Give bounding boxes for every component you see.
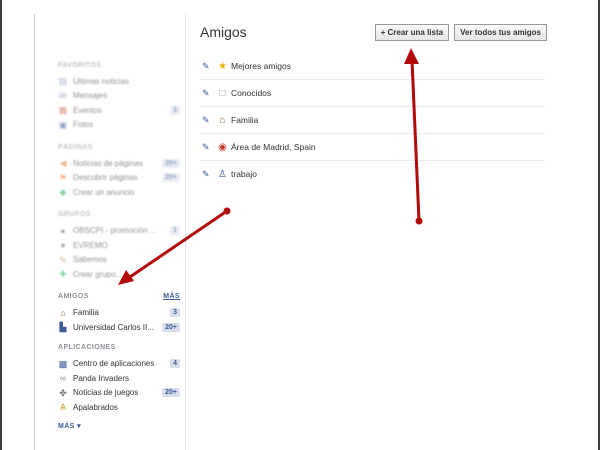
arrow-to-create-list (404, 48, 423, 225)
annotation-arrows (118, 48, 423, 285)
arrow-to-amigos-section (118, 207, 231, 285)
